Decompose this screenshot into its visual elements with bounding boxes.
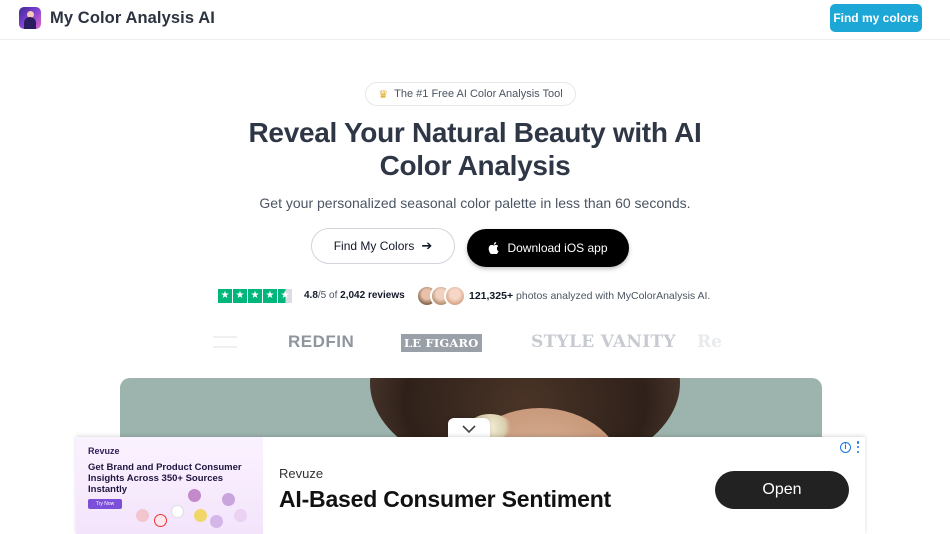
- ad-thumbnail[interactable]: Revuze Get Brand and Product Consumer In…: [76, 437, 263, 534]
- ad-thumb-headline: Get Brand and Product Consumer Insights …: [88, 462, 242, 495]
- hero-title-line2: Color Analysis: [379, 150, 571, 181]
- press-logo-le-figaro: LE FIGARO: [401, 334, 482, 352]
- ad-headline[interactable]: AI-Based Consumer Sentiment: [279, 486, 611, 513]
- download-ios-button[interactable]: Download iOS app: [467, 229, 629, 267]
- rating-text: 4.8/5 of 2,042 reviews: [304, 290, 405, 301]
- press-logo-style-vanity: STYLE VANITY: [531, 332, 676, 352]
- photos-count: 121,325+: [469, 290, 514, 302]
- hero-subtitle: Get your personalized seasonal color pal…: [259, 195, 691, 211]
- ad-thumb-brand: Revuze: [88, 446, 120, 456]
- hero-title-line1: Reveal Your Natural Beauty with AI: [248, 117, 702, 148]
- crown-icon: ♛: [378, 88, 389, 101]
- avatar: [444, 285, 466, 307]
- press-logo-partial: [213, 336, 237, 348]
- brand-logo-icon: [136, 509, 149, 522]
- brand-logo-icon: [171, 505, 184, 518]
- site-header: My Color Analysis AI Find my colors: [0, 0, 950, 40]
- hero-title: Reveal Your Natural Beauty with AI Color…: [175, 116, 775, 182]
- arrow-right-icon: ➔: [421, 238, 433, 253]
- ad-open-button[interactable]: Open: [715, 471, 849, 509]
- brand-logo-icon: [194, 509, 207, 522]
- star-icon: ★: [248, 289, 262, 303]
- find-my-colors-button[interactable]: Find my colors: [830, 4, 922, 32]
- press-logo-redfin: REDFIN: [288, 332, 355, 351]
- half-star-icon: ★: [278, 289, 292, 303]
- more-vertical-icon[interactable]: [856, 441, 860, 453]
- ad-advertiser[interactable]: Revuze: [279, 466, 323, 481]
- photos-text: photos analyzed with MyColorAnalysis AI.: [513, 290, 711, 302]
- chevron-down-icon: [462, 425, 476, 433]
- brand-logo-icon: [188, 489, 201, 502]
- hero-badge: ♛ The #1 Free AI Color Analysis Tool: [365, 82, 576, 106]
- brand-logo-icon: [234, 509, 247, 522]
- rating-count: 2,042 reviews: [340, 290, 405, 301]
- brand-logo-icon: [210, 515, 223, 528]
- find-colors-button[interactable]: Find My Colors ➔: [311, 228, 455, 264]
- user-avatars: [416, 285, 466, 309]
- download-ios-label: Download iOS app: [507, 241, 608, 255]
- brand-logo-icon: [222, 493, 235, 506]
- press-logo-partial: Re: [697, 332, 722, 352]
- trustpilot-stars[interactable]: ★ ★ ★ ★ ★: [218, 289, 292, 303]
- photos-analyzed: 121,325+ photos analyzed with MyColorAna…: [469, 290, 710, 302]
- ad-thumb-button[interactable]: Try Now: [88, 499, 122, 509]
- brand-logo-icon: [154, 514, 167, 527]
- hero-badge-text: The #1 Free AI Color Analysis Tool: [394, 88, 563, 100]
- star-icon: ★: [218, 289, 232, 303]
- star-icon: ★: [263, 289, 277, 303]
- info-icon[interactable]: i: [840, 442, 851, 453]
- ad-banner[interactable]: Revuze Get Brand and Product Consumer In…: [76, 437, 865, 534]
- apple-icon: [489, 242, 499, 254]
- rating-scale: /5 of: [317, 290, 341, 301]
- rating-score: 4.8: [304, 290, 318, 301]
- star-icon: ★: [233, 289, 247, 303]
- find-colors-label: Find My Colors: [333, 239, 415, 253]
- brand-name[interactable]: My Color Analysis AI: [50, 9, 215, 28]
- logo-icon[interactable]: [19, 7, 41, 29]
